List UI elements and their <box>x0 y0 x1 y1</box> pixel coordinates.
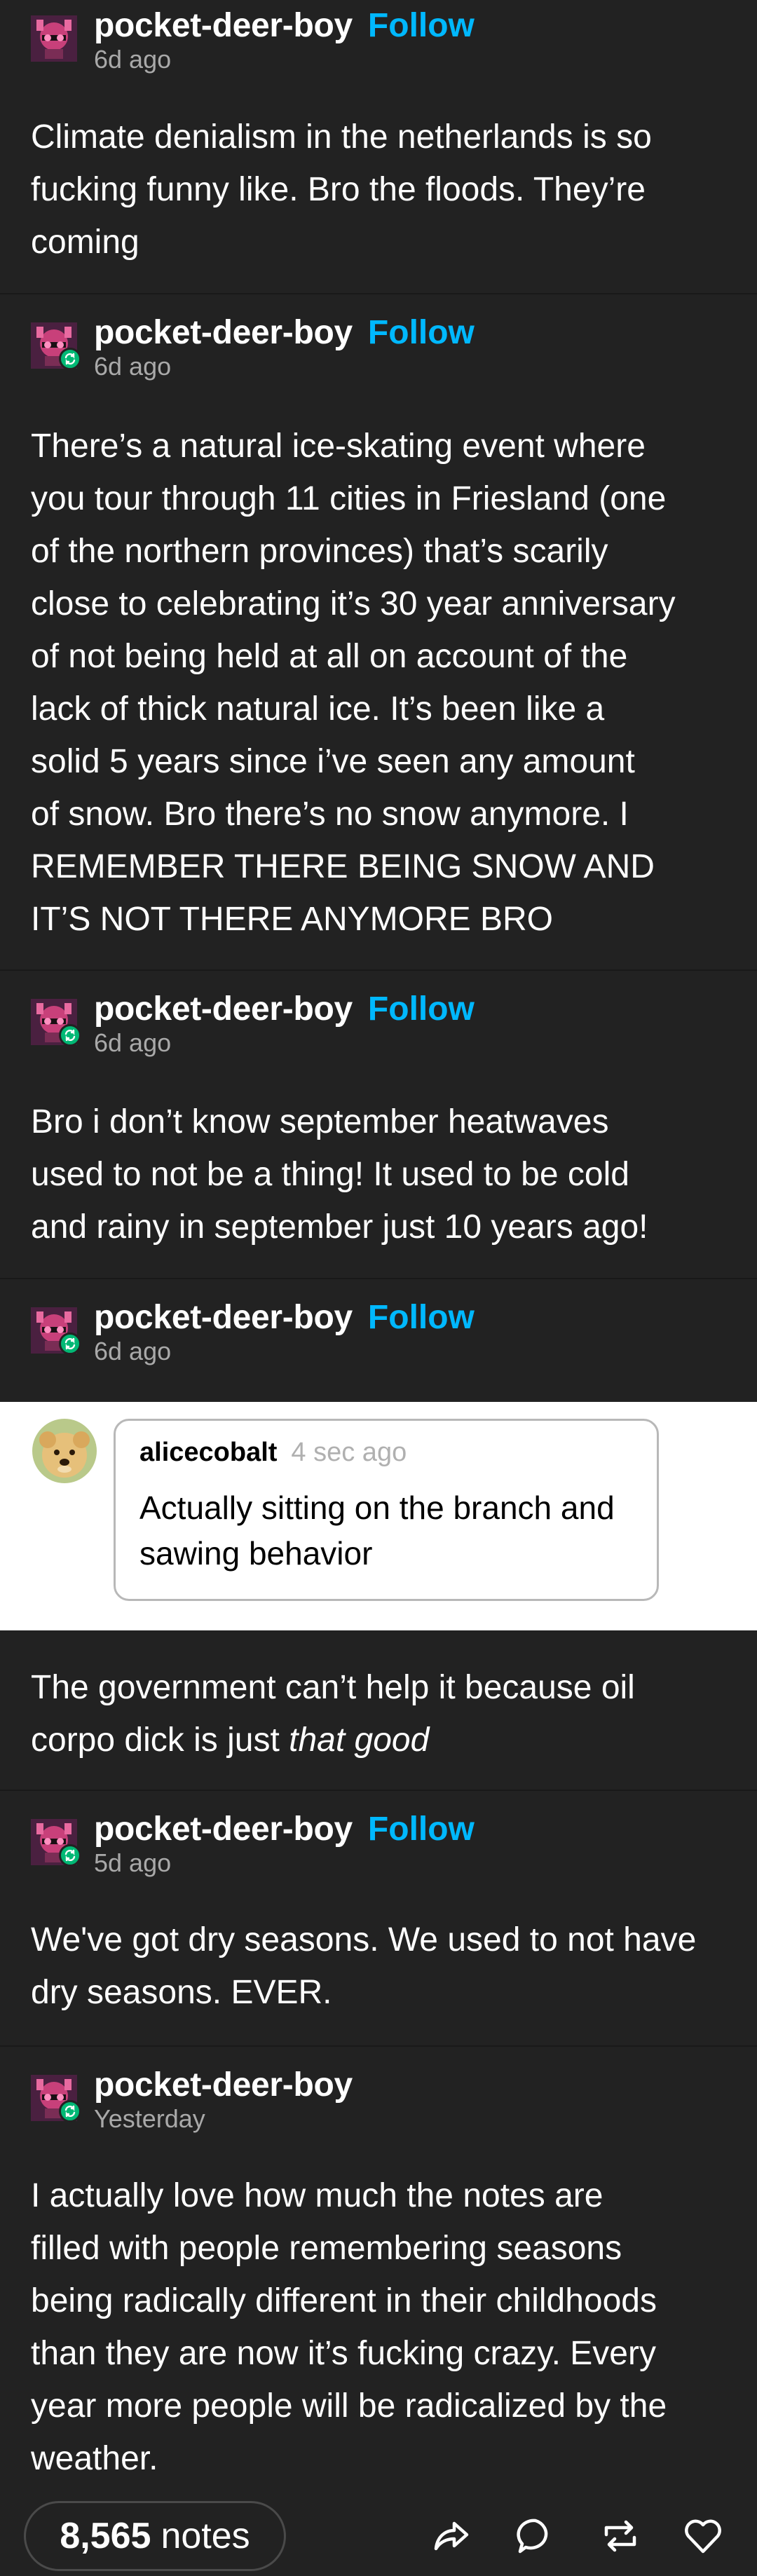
post-text: There’s a natural ice-skating event wher… <box>31 420 732 946</box>
text-line: Bro i don’t know september heatwaves <box>31 1103 609 1140</box>
text-line: of not being held at all on account of t… <box>31 638 628 675</box>
post-block-6: pocket-deer-boy Yesterday I actually lov… <box>0 2047 757 2488</box>
post-footer: 8,565 notes <box>0 2488 757 2576</box>
text-line: filled with people remembering seasons <box>31 2230 622 2267</box>
notes-label: notes <box>161 2516 250 2556</box>
post-time: 6d ago <box>94 1337 172 1365</box>
reblog-badge-icon <box>59 348 81 370</box>
text-line: solid 5 years since i’ve seen any amount <box>31 743 635 780</box>
notes-count: 8,565 <box>60 2516 151 2556</box>
text-segment: corpo dick is just <box>31 1722 289 1759</box>
text-line: REMEMBER THERE BEING SNOW AND <box>31 848 655 885</box>
reblog-badge-icon <box>59 1333 81 1355</box>
commenter-avatar <box>32 1419 97 1483</box>
follow-button[interactable]: Follow <box>368 990 475 1028</box>
follow-button[interactable]: Follow <box>368 313 475 352</box>
post-block-1: pocket-deer-boy Follow 6d ago Climate de… <box>0 0 757 294</box>
user-avatar[interactable] <box>31 15 77 62</box>
follow-button[interactable]: Follow <box>368 6 475 45</box>
post-block-3: pocket-deer-boy Follow 6d ago Bro i don’… <box>0 971 757 1279</box>
username[interactable]: pocket-deer-boy <box>94 6 353 45</box>
commenter-username: alicecobalt <box>139 1438 278 1467</box>
post-header: pocket-deer-boy Yesterday <box>31 2066 662 2133</box>
text-line: close to celebrating it’s 30 year annive… <box>31 585 676 622</box>
follow-button[interactable]: Follow <box>368 1298 475 1337</box>
username[interactable]: pocket-deer-boy <box>94 2066 353 2104</box>
text-line: being radically different in their child… <box>31 2282 657 2319</box>
text-line: IT’S NOT THERE ANYMORE BRO <box>31 901 554 938</box>
text-line: fucking funny like. Bro the floods. They… <box>31 171 646 208</box>
reblog-badge-icon <box>59 1024 81 1047</box>
share-icon[interactable] <box>429 2515 471 2557</box>
post-header: pocket-deer-boy Follow 6d ago <box>31 1298 662 1365</box>
username[interactable]: pocket-deer-boy <box>94 313 353 352</box>
text-line: you tour through 11 cities in Friesland … <box>31 480 667 517</box>
italic-text: that good <box>289 1722 430 1759</box>
text-line: of the northern provinces) that’s scaril… <box>31 533 608 570</box>
post-header: pocket-deer-boy Follow 6d ago <box>31 6 662 74</box>
text-line: sawing behavior <box>139 1535 373 1572</box>
post-time: 5d ago <box>94 1848 172 1877</box>
post-text: I actually love how much the notes are f… <box>31 2169 732 2485</box>
text-line: Actually sitting on the branch and <box>139 1490 615 1526</box>
post-text: Climate denialism in the netherlands is … <box>31 111 732 268</box>
post-header: pocket-deer-boy Follow 5d ago <box>31 1810 662 1877</box>
username[interactable]: pocket-deer-boy <box>94 1810 353 1848</box>
post-time: Yesterday <box>94 2104 205 2133</box>
post-time: 6d ago <box>94 352 172 381</box>
reply-icon[interactable] <box>514 2515 557 2557</box>
text-line: Climate denialism in the netherlands is … <box>31 118 652 156</box>
comment-time: 4 sec ago <box>291 1438 407 1467</box>
text-line: The government can’t help it because oil <box>31 1669 635 1706</box>
comment-bubble: alicecobalt 4 sec ago Actually sitting o… <box>114 1419 659 1601</box>
reblog-icon[interactable] <box>599 2515 641 2557</box>
reblog-badge-icon <box>59 1844 81 1867</box>
text-line: of snow. Bro there’s no snow anymore. I <box>31 796 629 833</box>
text-line: There’s a natural ice-skating event wher… <box>31 428 646 465</box>
comment-text: Actually sitting on the branch and sawin… <box>139 1485 615 1576</box>
post-header: pocket-deer-boy Follow 6d ago <box>31 990 662 1057</box>
follow-button[interactable]: Follow <box>368 1810 475 1848</box>
text-line: corpo dick is just that good <box>31 1714 732 1766</box>
text-line: than they are now it’s fucking crazy. Ev… <box>31 2335 656 2372</box>
notes-button[interactable]: 8,565 notes <box>24 2501 286 2571</box>
text-line: coming <box>31 224 139 261</box>
username[interactable]: pocket-deer-boy <box>94 990 353 1028</box>
post-text: Bro i don’t know september heatwaves use… <box>31 1096 732 1253</box>
post-block-5: pocket-deer-boy Follow 5d ago We've got … <box>0 1791 757 2047</box>
username[interactable]: pocket-deer-boy <box>94 1298 353 1337</box>
post-header: pocket-deer-boy Follow 6d ago <box>31 313 662 381</box>
text-line: year more people will be radicalized by … <box>31 2387 667 2425</box>
post-text: The government can’t help it because oil… <box>31 1661 732 1766</box>
reblog-badge-icon <box>59 2100 81 2122</box>
text-line: We've got dry seasons. We used to not ha… <box>31 1921 697 1958</box>
post-block-2: pocket-deer-boy Follow 6d ago There’s a … <box>0 294 757 971</box>
comment-screenshot: alicecobalt 4 sec ago Actually sitting o… <box>0 1402 757 1630</box>
text-line: and rainy in september just 10 years ago… <box>31 1208 648 1246</box>
post-time: 6d ago <box>94 1028 172 1057</box>
text-line: used to not be a thing! It used to be co… <box>31 1156 629 1193</box>
text-line: dry seasons. EVER. <box>31 1974 332 2011</box>
text-line: weather. <box>31 2440 158 2477</box>
post-time: 6d ago <box>94 45 172 74</box>
text-line: I actually love how much the notes are <box>31 2177 603 2214</box>
post-text: We've got dry seasons. We used to not ha… <box>31 1914 732 2019</box>
text-line: lack of thick natural ice. It’s been lik… <box>31 690 605 728</box>
like-icon[interactable] <box>682 2515 724 2557</box>
